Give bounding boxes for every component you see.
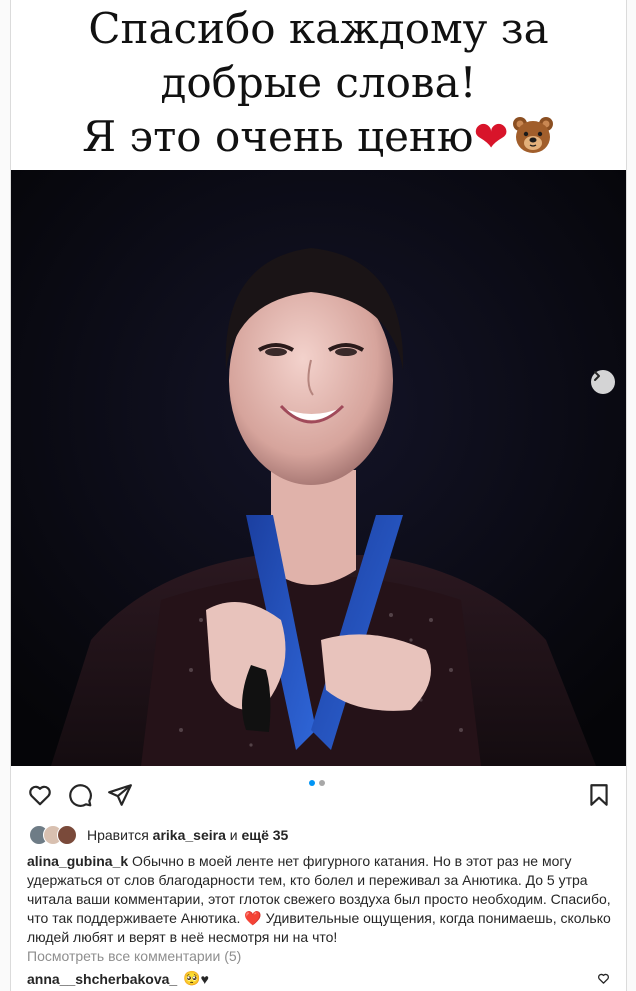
- chevron-right-icon: [594, 371, 600, 381]
- image-text-line-3-text: Я это очень ценю: [82, 112, 474, 161]
- red-heart-emoji-icon: ❤️: [244, 910, 262, 926]
- likes-summary[interactable]: Нравится arika_seira и ещё 35: [29, 824, 288, 846]
- bear-face-emoji-icon: [511, 114, 555, 154]
- carousel-dot: [319, 780, 325, 786]
- image-text-line-1: Спасибо каждому за: [88, 4, 549, 53]
- caption-username[interactable]: alina_gubina_k: [27, 853, 128, 869]
- image-text-line-2: добрые слова!: [160, 58, 477, 107]
- comment-icon[interactable]: [67, 782, 93, 808]
- carousel-indicator: [309, 780, 325, 786]
- comment-like-heart-icon[interactable]: [597, 972, 610, 985]
- comment-row: anna__shcherbakova_ 🥺 ♥: [27, 970, 209, 987]
- carousel-dot-active: [309, 780, 315, 786]
- black-heart-icon: ♥: [200, 970, 209, 987]
- post-media[interactable]: Спасибо каждому за добрые слова! Я это о…: [11, 0, 626, 766]
- instagram-post: Спасибо каждому за добрые слова! Я это о…: [10, 0, 627, 991]
- image-text-line-3: Я это очень ценю❤: [11, 110, 626, 164]
- view-all-comments-link[interactable]: Посмотреть все комментарии (5): [27, 948, 241, 964]
- avatar: [57, 825, 77, 845]
- pleading-face-emoji-icon: 🥺: [183, 970, 201, 986]
- send-icon[interactable]: [107, 782, 133, 808]
- carousel-next-button[interactable]: [591, 370, 615, 394]
- likes-others-link[interactable]: ещё 35: [241, 827, 288, 843]
- post-actions-bar: [11, 770, 626, 820]
- image-text-overlay: Спасибо каждому за добрые слова! Я это о…: [11, 0, 626, 170]
- likes-user-link[interactable]: arika_seira: [153, 827, 226, 843]
- post-caption: alina_gubina_k Обычно в моей ленте нет ф…: [27, 852, 612, 947]
- bookmark-icon[interactable]: [586, 782, 612, 808]
- heart-icon[interactable]: [27, 782, 53, 808]
- liker-avatars: [29, 825, 81, 845]
- comment-username[interactable]: anna__shcherbakova_: [27, 971, 177, 987]
- post-photo: [11, 170, 626, 766]
- likes-conj: и: [229, 827, 238, 843]
- red-heart-emoji-icon: ❤: [473, 112, 509, 161]
- likes-prefix: Нравится: [87, 827, 149, 843]
